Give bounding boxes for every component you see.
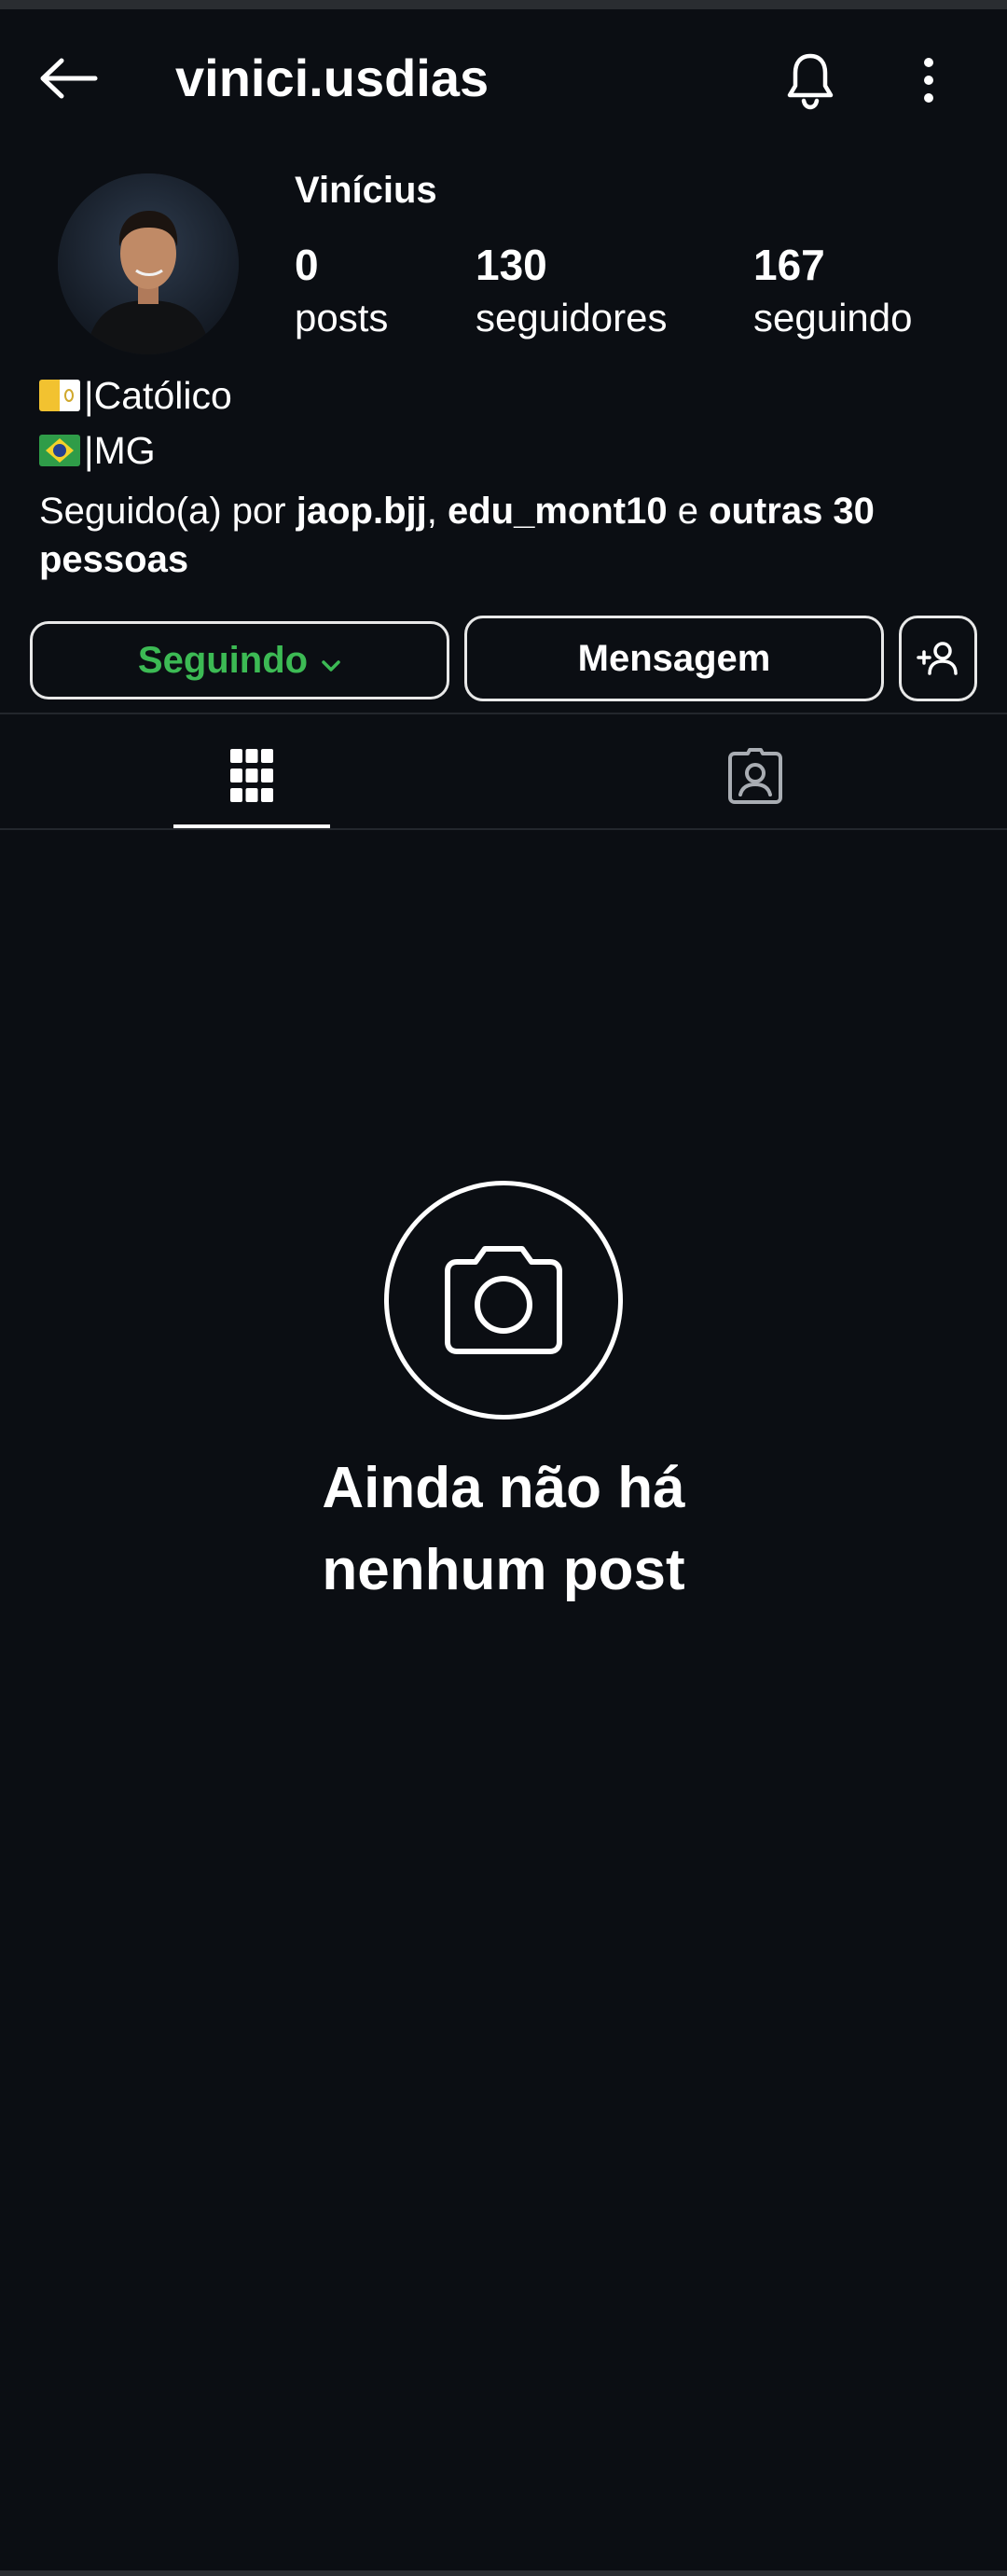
chevron-down-icon xyxy=(321,640,341,682)
following-count: 167 xyxy=(753,241,825,289)
status-bar-edge xyxy=(0,0,1007,9)
bio-line-religion: |Católico xyxy=(39,369,232,422)
divider-tabs xyxy=(0,828,1007,830)
mutual-follower-2: edu_mont10 xyxy=(447,491,668,532)
camera-icon xyxy=(445,1246,562,1354)
message-button[interactable]: Mensagem xyxy=(464,616,884,701)
add-user-icon xyxy=(917,642,958,675)
followed-by[interactable]: Seguido(a) por jaop.bjj, edu_mont10 e ou… xyxy=(39,487,972,584)
brazil-flag-icon xyxy=(39,435,80,466)
divider-top xyxy=(0,713,1007,714)
tab-posts-grid[interactable] xyxy=(0,724,504,828)
header: vinici.usdias xyxy=(0,28,1007,131)
avatar-photo xyxy=(58,173,239,354)
following-button[interactable]: Seguindo xyxy=(30,621,449,699)
following-stat[interactable]: 167 seguindo xyxy=(753,237,912,343)
bell-icon xyxy=(787,53,834,110)
followed-by-separator: , xyxy=(426,491,448,532)
tab-tagged[interactable] xyxy=(504,724,1007,828)
following-button-label: Seguindo xyxy=(137,639,309,681)
page-title: vinici.usdias xyxy=(175,48,490,107)
more-vertical-icon xyxy=(924,58,933,103)
tagged-user-icon xyxy=(728,748,782,804)
bottom-edge xyxy=(0,2570,1007,2576)
empty-state-circle xyxy=(384,1181,623,1420)
suggested-users-button[interactable] xyxy=(899,616,977,701)
message-button-label: Mensagem xyxy=(577,637,771,679)
empty-state-title: Ainda não há nenhum post xyxy=(322,1456,685,1602)
bio-text-religion: |Católico xyxy=(84,374,232,417)
avatar[interactable] xyxy=(58,173,239,354)
back-button[interactable] xyxy=(34,48,104,108)
more-options-button[interactable] xyxy=(901,43,957,118)
followers-label: seguidores xyxy=(476,296,668,339)
followers-count: 130 xyxy=(476,241,547,289)
followed-by-prefix: Seguido(a) por xyxy=(39,491,297,532)
followers-stat[interactable]: 130 seguidores xyxy=(476,237,667,343)
posts-count: 0 xyxy=(295,241,319,289)
arrow-left-icon xyxy=(40,58,98,99)
bio-text-location: |MG xyxy=(84,429,156,472)
posts-label: posts xyxy=(295,296,389,339)
display-name: Vinícius xyxy=(295,170,437,211)
mutual-follower-1: jaop.bjj xyxy=(296,491,427,532)
posts-stat[interactable]: 0 posts xyxy=(295,237,388,343)
vatican-flag-icon xyxy=(39,380,80,411)
following-label: seguindo xyxy=(753,296,913,339)
followed-by-conjunction: e xyxy=(667,491,710,532)
notifications-button[interactable] xyxy=(778,43,843,118)
profile-screen: vinici.usdias Vinícius 0 posts 130 segui… xyxy=(0,0,1007,2576)
grid-icon xyxy=(230,749,273,802)
bio-line-location: |MG xyxy=(39,424,156,477)
